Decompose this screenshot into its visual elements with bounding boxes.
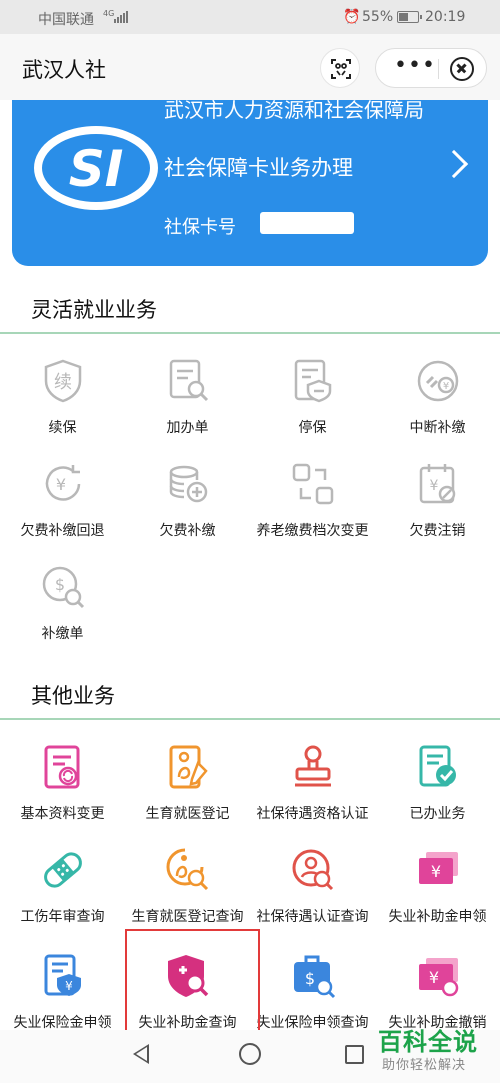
arrears-cancel-icon: ¥ (419, 464, 456, 504)
service-add-form[interactable]: 加办单 (125, 357, 250, 457)
battery-percent: 55% (362, 9, 394, 25)
logo-text: SI (69, 140, 124, 198)
service-label: 养老缴费档次变更 (256, 523, 369, 539)
battery-icon (397, 11, 422, 23)
interrupt-payment-icon: ¥ (417, 360, 459, 402)
done-business-icon (419, 745, 456, 787)
injury-review-icon (44, 852, 82, 888)
service-label: 社保待遇资格认证 (256, 806, 369, 822)
unemployment-subsidy-revoke-icon: ¥ (419, 958, 459, 997)
service-label: 已办业务 (409, 806, 466, 822)
carrier-name: 中国联通 (38, 12, 94, 28)
svg-text:¥: ¥ (431, 862, 441, 881)
banner-service-title: 社会保障卡业务办理 (164, 156, 353, 180)
section-divider (0, 718, 500, 720)
service-label: 停保 (298, 420, 327, 436)
service-label: 补缴单 (41, 626, 84, 642)
service-label: 中断补缴 (409, 420, 466, 436)
unemployment-insurance-apply-icon: ¥ (44, 954, 81, 996)
card-number-label: 社保卡号 (164, 217, 236, 238)
arrears-payment-icon (169, 465, 208, 503)
service-label: 生育就医登记 (145, 806, 230, 822)
service-maternity-register[interactable]: 生育就医登记 (125, 743, 250, 843)
profile-change-icon (44, 745, 80, 789)
svg-text:¥: ¥ (443, 381, 449, 392)
service-qualification-certification[interactable]: 社保待遇资格认证 (250, 743, 375, 843)
service-label: 失业补助金申领 (388, 909, 487, 925)
card-number-redacted (260, 212, 354, 234)
si-logo-icon: SI (34, 126, 158, 210)
capsule-divider (438, 59, 439, 79)
service-label: 欠费补缴 (159, 523, 216, 539)
service-label: 欠费注销 (409, 523, 466, 539)
svg-text:¥: ¥ (430, 478, 439, 494)
arrears-refund-icon: ¥ (45, 465, 81, 501)
qualification-stamp-icon (295, 745, 331, 787)
service-interrupt-payment[interactable]: ¥ 中断补缴 (375, 357, 500, 457)
service-label: 工伤年审查询 (20, 909, 105, 925)
service-label: 生育就医登记查询 (131, 909, 244, 925)
svg-text:¥: ¥ (56, 475, 66, 494)
service-done-business[interactable]: 已办业务 (375, 743, 500, 843)
service-injury-review[interactable]: 工伤年审查询 (0, 846, 125, 946)
menu-capsule: ••• (375, 48, 487, 88)
scan-button[interactable] (320, 48, 360, 88)
service-label: 失业保险申领查询 (256, 1015, 369, 1031)
service-renew[interactable]: 续 续保 (0, 357, 125, 457)
page-title: 武汉人社 (22, 58, 106, 82)
scan-icon (331, 59, 351, 79)
home-icon[interactable] (239, 1043, 261, 1065)
close-icon[interactable] (450, 57, 474, 81)
payment-slip-icon: $ (42, 566, 85, 609)
renew-icon: 续 (44, 359, 82, 403)
agency-name: 武汉市人力资源和社会保障局 (164, 100, 424, 122)
service-label: 失业保险金申领 (13, 1015, 112, 1031)
section-title-flexible: 灵活就业业务 (31, 298, 157, 322)
watermark-slogan: 助你轻松解决 (382, 1058, 467, 1073)
svg-text:¥: ¥ (429, 968, 439, 987)
service-arrears-refund[interactable]: ¥ 欠费补缴回退 (0, 460, 125, 560)
service-stop-insurance[interactable]: 停保 (250, 357, 375, 457)
service-label: 社保待遇认证查询 (256, 909, 369, 925)
svg-text:续: 续 (54, 372, 72, 393)
service-arrears-cancel[interactable]: ¥ 欠费注销 (375, 460, 500, 560)
svg-text:$: $ (305, 969, 315, 988)
section-divider (0, 332, 500, 334)
svg-text:¥: ¥ (65, 979, 73, 993)
watermark: 百科全说 助你轻松解决 (375, 1022, 500, 1083)
add-form-icon (169, 359, 209, 402)
service-pension-level-change[interactable]: 养老缴费档次变更 (250, 460, 375, 560)
signal-icon (114, 11, 128, 23)
back-icon[interactable] (133, 1044, 149, 1064)
service-label: 加办单 (166, 420, 209, 436)
section-title-other: 其他业务 (31, 684, 115, 708)
clock: 20:19 (425, 9, 466, 25)
service-unemployment-subsidy-apply[interactable]: ¥ 失业补助金申领 (375, 846, 500, 946)
certification-query-icon (292, 849, 334, 891)
unemployment-insurance-query-icon: $ (294, 955, 336, 999)
recent-apps-icon[interactable] (345, 1045, 364, 1064)
pension-level-change-icon (292, 463, 334, 505)
watermark-brand: 百科全说 (378, 1028, 478, 1056)
service-label: 基本资料变更 (20, 806, 105, 822)
alarm-icon: ⏰ (343, 9, 361, 25)
chevron-right-icon (439, 149, 469, 179)
service-certification-query[interactable]: 社保待遇认证查询 (250, 846, 375, 946)
unemployment-subsidy-apply-icon: ¥ (419, 852, 458, 884)
maternity-query-icon (166, 848, 209, 891)
status-bar: 中国联通 4G ⏰ 55% 20:19 (0, 0, 500, 34)
stop-insurance-icon (294, 359, 332, 403)
more-button[interactable]: ••• (394, 53, 436, 78)
svg-text:$: $ (55, 575, 65, 594)
maternity-register-icon (169, 745, 208, 789)
network-type: 4G (103, 9, 115, 18)
service-payment-slip[interactable]: $ 补缴单 (0, 563, 125, 663)
service-label: 续保 (48, 420, 77, 436)
service-label: 欠费补缴回退 (20, 523, 105, 539)
service-profile-change[interactable]: 基本资料变更 (0, 743, 125, 843)
social-security-card-banner[interactable]: SI 武汉市人力资源和社会保障局 社会保障卡业务办理 社保卡号 (12, 100, 488, 266)
service-arrears-payment[interactable]: 欠费补缴 (125, 460, 250, 560)
